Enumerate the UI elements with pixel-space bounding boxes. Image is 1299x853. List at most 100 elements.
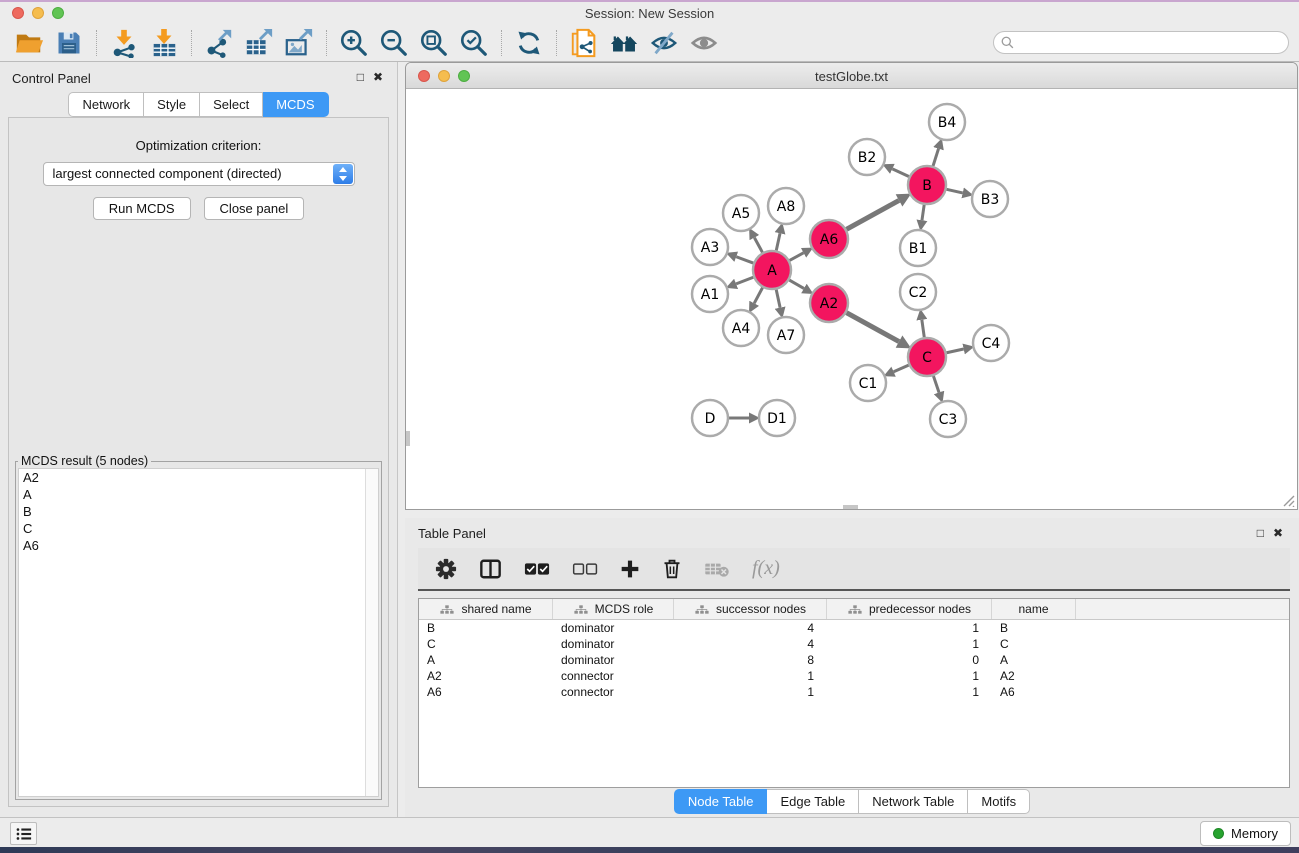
graph-node-B[interactable]: B (908, 166, 946, 204)
result-scrollbar[interactable] (365, 469, 378, 796)
column-header-predecessor-nodes[interactable]: predecessor nodes (827, 599, 992, 619)
tab-style[interactable]: Style (144, 92, 200, 117)
graph-node-B4[interactable]: B4 (929, 104, 965, 140)
run-mcds-button[interactable]: Run MCDS (93, 197, 191, 220)
table-row[interactable]: Cdominator41C (419, 636, 1289, 652)
graph-node-A8[interactable]: A8 (768, 188, 804, 224)
graph-edge-C-C1[interactable] (894, 365, 909, 372)
result-list-item[interactable]: A (19, 486, 378, 503)
graph-node-D1[interactable]: D1 (759, 400, 795, 436)
result-list-item[interactable]: A2 (19, 469, 378, 486)
close-panel-icon[interactable]: ✖ (373, 70, 383, 84)
graph-edge-A-A3[interactable] (736, 257, 753, 263)
graph-edge-C-C3[interactable] (933, 376, 939, 393)
table-row[interactable]: A6connector11A6 (419, 684, 1289, 700)
import-table-button[interactable] (147, 27, 181, 59)
hide-selected-button[interactable] (647, 27, 681, 59)
tab-network-table[interactable]: Network Table (859, 789, 968, 814)
graph-node-D[interactable]: D (692, 400, 728, 436)
result-list-item[interactable]: B (19, 503, 378, 520)
close-panel-button[interactable]: Close panel (204, 197, 305, 220)
tab-select[interactable]: Select (200, 92, 263, 117)
close-panel-icon[interactable]: ✖ (1273, 526, 1283, 540)
graph-edge-B-B3[interactable] (947, 189, 963, 193)
graph-node-C2[interactable]: C2 (900, 274, 936, 310)
graph-edge-A-A5[interactable] (754, 238, 762, 253)
add-column-button[interactable] (620, 559, 640, 579)
memory-button[interactable]: Memory (1200, 821, 1291, 846)
resize-grip-icon[interactable] (1281, 493, 1295, 507)
graph-edge-C-C2[interactable] (922, 320, 924, 337)
first-neighbors-button[interactable] (607, 27, 641, 59)
table-settings-button[interactable] (435, 558, 457, 580)
result-list-item[interactable]: A6 (19, 537, 378, 554)
graph-node-C1[interactable]: C1 (850, 365, 886, 401)
deselect-all-button[interactable] (572, 561, 598, 577)
graph-node-A[interactable]: A (753, 251, 791, 289)
mcds-result-list[interactable]: A2ABCA6 (18, 468, 379, 797)
graph-edge-A-A4[interactable] (754, 288, 762, 304)
column-header-shared-name[interactable]: shared name (419, 599, 553, 619)
zoom-selected-button[interactable] (457, 27, 491, 59)
graph-edge-A-A8[interactable] (776, 233, 780, 250)
select-all-button[interactable] (524, 561, 550, 577)
graph-node-B3[interactable]: B3 (972, 181, 1008, 217)
graph-edge-B-B1[interactable] (922, 205, 924, 220)
pane-divider-handle[interactable] (843, 505, 858, 509)
zoom-out-button[interactable] (377, 27, 411, 59)
search-field[interactable] (993, 31, 1289, 54)
graph-node-A5[interactable]: A5 (723, 195, 759, 231)
export-image-button[interactable] (282, 27, 316, 59)
result-list-item[interactable]: C (19, 520, 378, 537)
graph-edge-C-C4[interactable] (947, 349, 964, 353)
graph-edge-B-B2[interactable] (892, 169, 909, 177)
graph-node-B1[interactable]: B1 (900, 230, 936, 266)
pane-divider-handle[interactable] (406, 431, 410, 446)
graph-node-A2[interactable]: A2 (810, 284, 848, 322)
graph-node-A3[interactable]: A3 (692, 229, 728, 265)
graph-edge-A-A2[interactable] (789, 280, 804, 288)
graph-node-A1[interactable]: A1 (692, 276, 728, 312)
function-builder-button[interactable]: f(x) (752, 557, 780, 580)
graph-node-A7[interactable]: A7 (768, 317, 804, 353)
tab-mcds[interactable]: MCDS (263, 92, 328, 117)
graph-edge-A-A7[interactable] (776, 290, 780, 308)
table-row[interactable]: Adominator80A (419, 652, 1289, 668)
graph-edge-A-A6[interactable] (790, 253, 804, 261)
delete-table-button[interactable] (704, 560, 730, 578)
network-window-titlebar[interactable]: testGlobe.txt (406, 63, 1297, 89)
column-header-name[interactable]: name (992, 599, 1076, 619)
export-table-button[interactable] (242, 27, 276, 59)
graph-edge-B-B4[interactable] (933, 149, 938, 166)
graph-node-C[interactable]: C (908, 338, 946, 376)
graph-node-B2[interactable]: B2 (849, 139, 885, 175)
graph-node-A6[interactable]: A6 (810, 220, 848, 258)
panel-menu-button[interactable] (10, 822, 37, 845)
graph-node-C4[interactable]: C4 (973, 325, 1009, 361)
delete-columns-button[interactable] (662, 558, 682, 580)
tab-node-table[interactable]: Node Table (674, 789, 768, 814)
network-canvas[interactable]: B4 B2 B B3 A8A5 A6 A3 B1 A A1 C2 A2 A4A7 C4 C C1 C3 D D1 (406, 89, 1297, 509)
tab-motifs[interactable]: Motifs (968, 789, 1030, 814)
zoom-fit-button[interactable] (417, 27, 451, 59)
graph-node-C3[interactable]: C3 (930, 401, 966, 437)
graph-node-A4[interactable]: A4 (723, 310, 759, 346)
graph-edge-A2-C[interactable] (847, 313, 899, 342)
tab-edge-table[interactable]: Edge Table (767, 789, 859, 814)
graph-edge-A-A1[interactable] (736, 277, 753, 284)
save-session-button[interactable] (52, 27, 86, 59)
float-panel-icon[interactable]: □ (1257, 526, 1264, 540)
export-network-button[interactable] (202, 27, 236, 59)
show-all-button[interactable] (687, 27, 721, 59)
split-view-button[interactable] (479, 558, 502, 580)
column-header-successor-nodes[interactable]: successor nodes (674, 599, 827, 619)
refresh-button[interactable] (512, 27, 546, 59)
new-network-from-selection-button[interactable] (567, 27, 601, 59)
float-panel-icon[interactable]: □ (357, 70, 364, 84)
table-row[interactable]: A2connector11A2 (419, 668, 1289, 684)
column-header-MCDS-role[interactable]: MCDS role (553, 599, 674, 619)
search-input[interactable] (1019, 36, 1288, 50)
tab-network[interactable]: Network (68, 92, 144, 117)
table-row[interactable]: Bdominator41B (419, 620, 1289, 636)
open-file-button[interactable] (12, 27, 46, 59)
